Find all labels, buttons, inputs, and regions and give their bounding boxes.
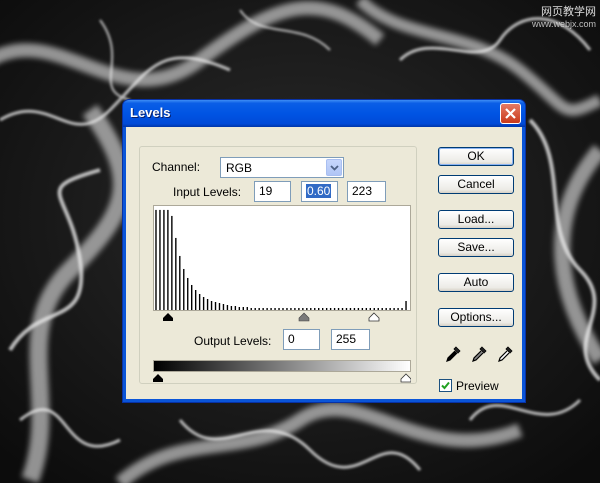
- title-bar[interactable]: Levels: [123, 100, 525, 127]
- channel-dropdown-button[interactable]: [326, 159, 342, 176]
- input-gamma-field[interactable]: 0.60: [301, 181, 338, 202]
- dialog-client: Channel: RGB Input Levels: 19 0.60 223 O…: [126, 127, 522, 399]
- histogram: [153, 205, 411, 311]
- chevron-down-icon: [330, 165, 339, 171]
- levels-dialog: Levels Channel: RGB Input Levels: 19 0.6…: [122, 99, 526, 403]
- output-slider-track[interactable]: [153, 373, 411, 383]
- auto-button[interactable]: Auto: [438, 273, 514, 292]
- output-gradient-bar: [153, 360, 411, 372]
- channel-select[interactable]: RGB: [220, 157, 344, 178]
- output-white-field[interactable]: 255: [331, 329, 370, 350]
- load-button[interactable]: Load...: [438, 210, 514, 229]
- eyedropper-group: [444, 345, 514, 365]
- black-eyedropper-icon[interactable]: [444, 345, 462, 368]
- input-levels-label: Input Levels:: [173, 185, 242, 199]
- close-button[interactable]: [500, 103, 521, 124]
- input-black-slider[interactable]: [163, 313, 173, 321]
- preview-label[interactable]: Preview: [456, 379, 499, 393]
- input-white-slider[interactable]: [368, 312, 380, 322]
- output-black-slider[interactable]: [153, 374, 163, 382]
- close-icon: [505, 108, 516, 119]
- input-slider-track[interactable]: [153, 312, 411, 322]
- ok-button[interactable]: OK: [438, 147, 514, 166]
- gray-eyedropper-icon[interactable]: [470, 345, 488, 368]
- channel-label: Channel:: [152, 160, 200, 174]
- watermark-url: www.webjx.com: [531, 19, 596, 29]
- options-button[interactable]: Options...: [438, 308, 514, 327]
- channel-label-text: Channel:: [152, 160, 201, 174]
- checkmark-icon: [441, 381, 450, 390]
- save-button[interactable]: Save...: [438, 238, 514, 257]
- input-black-field[interactable]: 19: [254, 181, 291, 202]
- watermark-text: 网页教学网: [541, 6, 596, 18]
- white-eyedropper-icon[interactable]: [496, 345, 514, 368]
- levels-group: Channel: RGB Input Levels: 19 0.60 223 O…: [139, 146, 417, 384]
- output-levels-label: Output Levels:: [194, 334, 272, 348]
- input-gamma-value: 0.60: [306, 184, 332, 198]
- preview-checkbox[interactable]: [439, 379, 452, 392]
- output-black-field[interactable]: 0: [283, 329, 320, 350]
- window-title: Levels: [130, 105, 171, 120]
- input-gamma-slider[interactable]: [298, 312, 310, 322]
- channel-value: RGB: [226, 161, 253, 175]
- input-white-field[interactable]: 223: [347, 181, 386, 202]
- output-white-slider[interactable]: [400, 373, 411, 383]
- cancel-button[interactable]: Cancel: [438, 175, 514, 194]
- watermark: 网页教学网 www.webjx.com: [518, 6, 596, 30]
